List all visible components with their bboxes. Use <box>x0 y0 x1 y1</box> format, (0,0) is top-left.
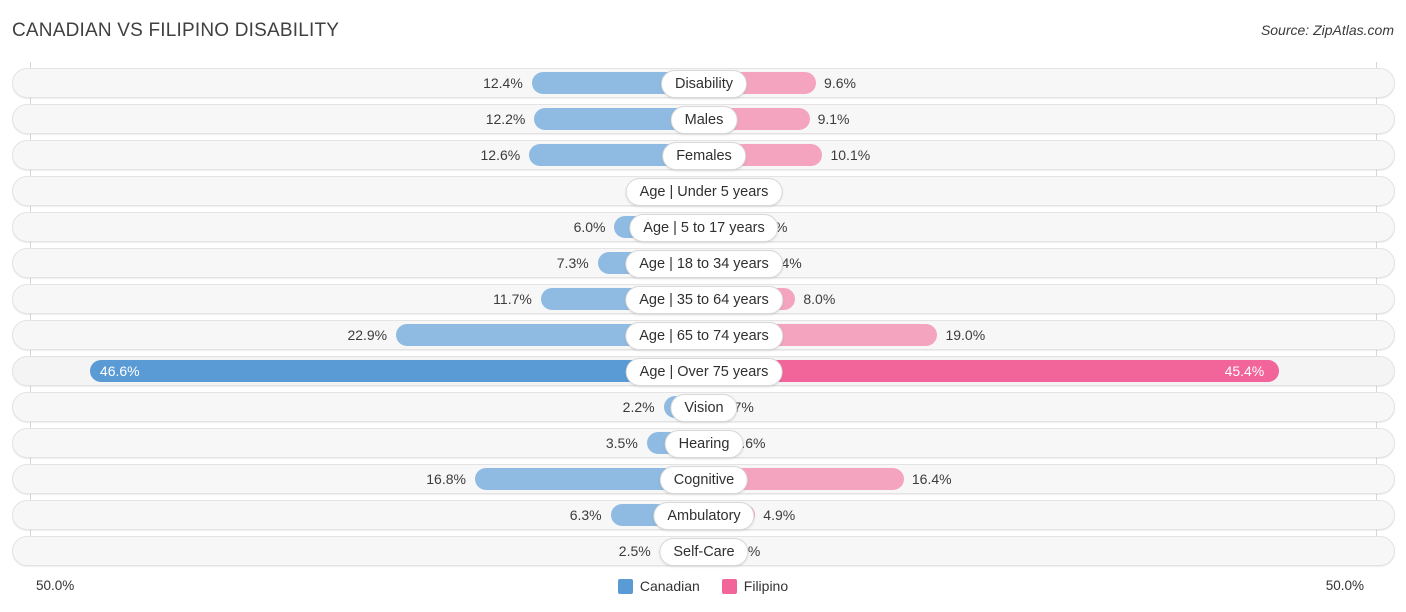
value-label-canadian: 12.6% <box>480 147 521 163</box>
category-label-pill[interactable]: Ambulatory <box>653 502 755 530</box>
legend-swatch-canadian <box>617 578 633 594</box>
chart-row[interactable]: 6.3% 4.9% Ambulatory <box>12 500 1395 530</box>
category-label-pill[interactable]: Self-Care <box>659 538 749 566</box>
category-label-pill[interactable]: Age | 35 to 64 years <box>625 286 783 314</box>
legend-label-canadian: Canadian <box>639 578 700 594</box>
category-label-pill[interactable]: Age | 18 to 34 years <box>625 250 783 278</box>
value-label-filipino: 10.1% <box>830 147 871 163</box>
category-label-pill[interactable]: Age | 5 to 17 years <box>629 214 779 242</box>
value-label-filipino: 9.1% <box>817 111 850 127</box>
category-label-pill[interactable]: Hearing <box>664 430 744 458</box>
bar-canadian <box>534 108 692 130</box>
value-label-filipino: 19.0% <box>945 327 986 343</box>
value-label-canadian: 2.2% <box>622 399 655 415</box>
value-label-canadian: 6.0% <box>573 219 606 235</box>
chart-row[interactable]: 16.8% 16.4% Cognitive <box>12 464 1395 494</box>
value-label-canadian: 22.9% <box>347 327 388 343</box>
chart-row[interactable]: 1.5%1.1%Age | Under 5 years <box>12 176 1395 206</box>
category-label-pill[interactable]: Age | Over 75 years <box>625 358 783 386</box>
category-label-pill[interactable]: Vision <box>670 394 738 422</box>
value-label-filipino: 45.4% <box>1224 363 1265 379</box>
chart-row[interactable]: 22.9% 19.0% Age | 65 to 74 years <box>12 320 1395 350</box>
legend-label-filipino: Filipino <box>743 578 789 594</box>
legend-swatch-filipino <box>721 578 737 594</box>
chart-legend: Canadian Filipino <box>0 578 1406 594</box>
value-label-filipino: 9.6% <box>824 75 856 91</box>
value-label-filipino: 16.4% <box>911 471 952 487</box>
page-title: CANADIAN VS FILIPINO DISABILITY <box>12 20 340 41</box>
chart-row[interactable]: 2.2% 1.7% Vision <box>12 392 1395 422</box>
value-label-canadian: 11.7% <box>493 291 532 307</box>
value-label-canadian: 2.5% <box>618 543 651 559</box>
value-label-canadian: 7.3% <box>556 255 589 271</box>
category-label-pill[interactable]: Cognitive <box>659 466 749 494</box>
bar-canadian <box>89 360 692 382</box>
chart-row[interactable]: 12.2% 9.1% Males <box>12 104 1395 134</box>
value-label-canadian: 46.6% <box>99 363 140 379</box>
value-label-filipino: 4.9% <box>763 507 796 523</box>
value-label-canadian: 12.4% <box>483 75 523 91</box>
category-label-pill[interactable]: Males <box>670 106 738 134</box>
legend-item-canadian[interactable]: Canadian <box>617 578 700 594</box>
value-label-canadian: 6.3% <box>569 507 602 523</box>
value-label-canadian: 3.5% <box>605 435 638 451</box>
chart-row[interactable]: 6.0%4.3%Age | 5 to 17 years <box>12 212 1395 242</box>
chart-row[interactable]: 7.3% 5.4% Age | 18 to 34 years <box>12 248 1395 278</box>
chart-row[interactable]: 46.6% 45.4% Age | Over 75 years <box>12 356 1395 386</box>
chart-header: CANADIAN VS FILIPINO DISABILITY Source: … <box>0 0 1406 60</box>
legend-item-filipino[interactable]: Filipino <box>721 578 789 594</box>
chart-row[interactable]: 11.7% 8.0% Age | 35 to 64 years <box>12 284 1395 314</box>
chart-row[interactable]: 2.5%2.2%Self-Care <box>12 536 1395 566</box>
value-label-canadian: 12.2% <box>485 111 526 127</box>
value-label-filipino: 8.0% <box>803 291 836 307</box>
category-label-pill[interactable]: Disability <box>660 70 748 98</box>
category-label-pill[interactable]: Females <box>662 142 746 170</box>
source-attribution: Source: ZipAtlas.com <box>1260 22 1394 38</box>
category-label-pill[interactable]: Age | Under 5 years <box>625 178 783 206</box>
chart-row[interactable]: 3.5% 2.6% Hearing <box>12 428 1395 458</box>
category-label-pill[interactable]: Age | 65 to 74 years <box>625 322 783 350</box>
chart-row[interactable]: 12.6% 10.1% Females <box>12 140 1395 170</box>
diverging-bar-chart: 12.4% 9.6% Disability 12.2% 9.1% Males 12.6% 10… <box>0 62 1406 566</box>
chart-row[interactable]: 12.4% 9.6% Disability <box>12 68 1395 98</box>
value-label-canadian: 16.8% <box>426 471 466 487</box>
